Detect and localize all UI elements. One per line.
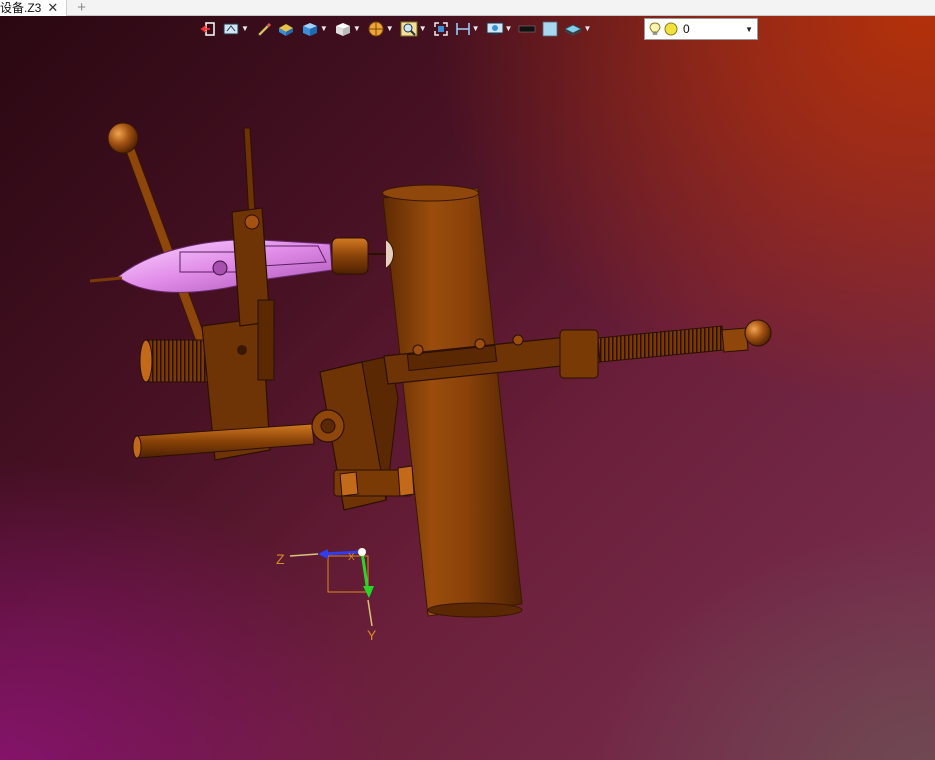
view-toolbar: ▼ ▼ ▼ ▼ ▼ ▼ ▼ ▼ [198,18,593,40]
threaded-rod[interactable] [597,319,772,363]
pencil-icon [257,23,271,37]
barrel-coupler[interactable] [331,237,394,275]
background-color-button[interactable] [516,18,538,40]
chevron-down-icon: ▼ [241,24,249,33]
fit-view-icon [433,22,448,36]
chevron-down-icon: ▼ [385,24,394,33]
shaded-block-icon [278,24,293,36]
section-view-button[interactable]: ▼ [365,18,396,40]
chevron-down-icon: ▼ [504,24,513,33]
zoom-button[interactable]: ▼ [398,18,429,40]
wireframe-mode-button[interactable]: ▼ [332,18,363,40]
face-color-button[interactable] [540,18,560,40]
black-swatch-icon [519,25,536,33]
compression-spring-left[interactable] [139,339,211,383]
zoom-magnifier-icon [400,21,418,37]
lightbulb-icon [649,22,661,35]
model-scene[interactable]: Z X Y [0,0,935,760]
light-blue-swatch-icon [543,21,558,37]
exit-sketch-icon [200,22,215,36]
triad-y-label: Y [367,627,377,643]
yellow-circle-icon [664,22,678,36]
axis-triad [289,548,374,627]
chevron-down-icon: ▼ [583,24,592,33]
white-cube-icon [335,23,350,36]
view-orientation-button[interactable]: ▼ [220,18,251,40]
view-orientation-icon [223,23,239,35]
fit-view-button[interactable] [431,18,451,40]
sketch-pencil-button[interactable] [253,18,273,40]
layer-icon [564,24,583,36]
chevron-down-icon[interactable]: ▼ [745,25,753,34]
measure-button[interactable]: ▼ [453,18,482,40]
triad-z-label: Z [276,551,285,567]
lever-handle[interactable] [107,122,211,353]
chevron-down-icon: ▼ [418,24,427,33]
blue-cube-icon [302,23,317,36]
chevron-down-icon: ▼ [319,24,328,33]
highlighted-cone-part[interactable] [89,239,333,293]
chevron-down-icon: ▼ [352,24,361,33]
render-mode-button[interactable]: ▼ [299,18,330,40]
exit-sketch-button[interactable] [198,18,218,40]
section-sphere-icon [368,21,384,37]
triad-x-label: X [348,552,355,563]
display-settings-button[interactable]: ▼ [484,18,515,40]
light-select-value: 0 [683,22,690,36]
measure-icon [455,23,470,35]
display-monitor-icon [486,22,504,35]
layer-button[interactable]: ▼ [562,18,593,40]
shaded-block-button[interactable] [275,18,297,40]
layer-light-select[interactable]: 0 ▼ [644,18,758,40]
main-cylinder[interactable] [382,184,523,618]
chevron-down-icon: ▼ [471,24,480,33]
